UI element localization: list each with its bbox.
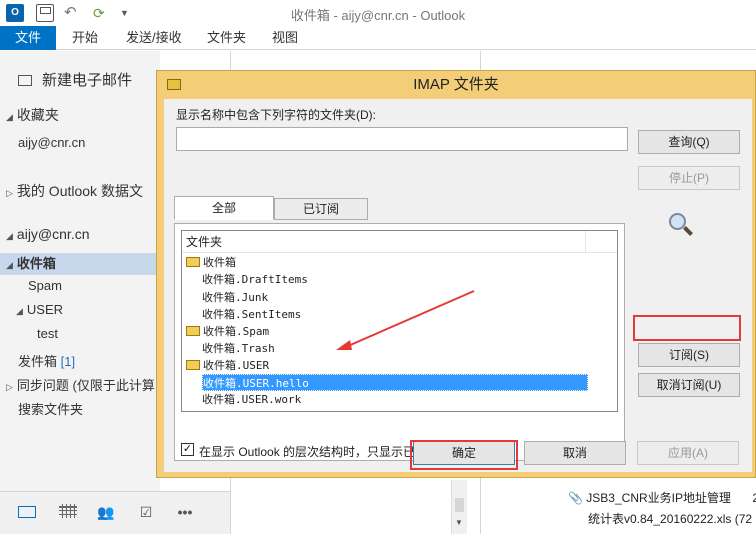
- folder-icon: [186, 326, 200, 336]
- nav-sent[interactable]: 发件箱 [1]: [18, 351, 178, 370]
- magnifier-icon: [669, 213, 695, 239]
- stop-button[interactable]: 停止(P): [638, 166, 740, 190]
- folder-row[interactable]: 收件箱.Trash: [202, 340, 275, 357]
- ok-button[interactable]: 确定: [413, 441, 515, 465]
- folder-pane: 新建电子邮件 ◢ 收藏夹 aijy@cnr.cn ▷ 我的 Outlook 数据文 …: [0, 51, 160, 491]
- people-icon[interactable]: 👥: [97, 504, 115, 520]
- tab-all-folders[interactable]: 全部: [174, 196, 274, 220]
- more-icon[interactable]: •••: [176, 504, 194, 520]
- tab-send-receive[interactable]: 发送/接收: [126, 26, 182, 50]
- expand-arrow-icon: ◢: [6, 112, 13, 122]
- nav-favorites-account[interactable]: aijy@cnr.cn: [18, 135, 178, 150]
- folder-row[interactable]: 收件箱.Spam: [186, 323, 269, 340]
- filter-input[interactable]: [176, 127, 628, 151]
- expand-arrow-icon: ◢: [6, 260, 13, 270]
- nav-inbox[interactable]: ◢ 收件箱: [0, 253, 160, 275]
- tab-view[interactable]: 视图: [272, 26, 298, 50]
- folder-row[interactable]: 收件箱.USER: [186, 357, 269, 374]
- folder-list-header[interactable]: 文件夹: [182, 231, 617, 253]
- new-email-button[interactable]: 新建电子邮件: [18, 69, 132, 90]
- folder-row[interactable]: 收件箱.SentItems: [202, 306, 301, 323]
- dialog-body: 显示名称中包含下列字符的文件夹(D): 查询(Q) 停止(P) 全部 已订阅 文…: [164, 99, 752, 472]
- folder-row[interactable]: 收件箱.USER.work: [202, 391, 301, 408]
- scroll-thumb[interactable]: [455, 498, 464, 512]
- folder-row[interactable]: 收件箱.Junk: [202, 289, 268, 306]
- subscribed-only-checkbox[interactable]: ✓: [181, 443, 194, 456]
- nav-data-file[interactable]: ▷ 我的 Outlook 数据文: [6, 181, 166, 201]
- calendar-icon[interactable]: [59, 504, 77, 518]
- folder-row-selected[interactable]: 收件箱.USER.hello: [202, 374, 588, 391]
- message-list-scrollbar[interactable]: ▼: [451, 480, 467, 534]
- nav-user[interactable]: ◢ USER: [16, 302, 176, 317]
- envelope-icon: [18, 75, 32, 86]
- folder-row[interactable]: 收件箱: [186, 254, 236, 271]
- module-switcher: 👥 ☑ •••: [0, 491, 230, 534]
- folder-icon: [186, 257, 200, 267]
- tasks-icon[interactable]: ☑: [137, 504, 155, 520]
- nav-sync-issues[interactable]: ▷ 同步问题 (仅限于此计算: [6, 375, 166, 394]
- subscribe-button[interactable]: 订阅(S): [638, 343, 740, 367]
- tab-folder[interactable]: 文件夹: [207, 26, 246, 50]
- filter-label: 显示名称中包含下列字符的文件夹(D):: [176, 108, 376, 122]
- folder-row[interactable]: 收件箱.DraftItems: [202, 271, 308, 288]
- unsubscribe-button[interactable]: 取消订阅(U): [638, 373, 740, 397]
- tab-file[interactable]: 文件: [0, 26, 56, 50]
- folder-list[interactable]: 文件夹 收件箱 收件箱.DraftItems 收件箱.Junk 收件箱.Sent…: [181, 230, 618, 412]
- window-title: 收件箱 - aijy@cnr.cn - Outlook: [290, 8, 466, 23]
- nav-account[interactable]: ◢ aijy@cnr.cn: [6, 226, 166, 242]
- nav-search-folders[interactable]: 搜索文件夹: [18, 399, 178, 418]
- collapse-arrow-icon: ▷: [6, 188, 13, 198]
- scroll-down-arrow-icon[interactable]: ▼: [455, 518, 463, 527]
- paperclip-icon: 📎: [568, 491, 583, 505]
- sent-count-badge: [1]: [60, 354, 76, 369]
- mail-icon[interactable]: [18, 506, 36, 518]
- expand-arrow-icon: ◢: [6, 231, 13, 241]
- tab-home[interactable]: 开始: [72, 26, 98, 50]
- folder-icon: [186, 360, 200, 370]
- cancel-button[interactable]: 取消: [524, 441, 626, 465]
- query-button[interactable]: 查询(Q): [638, 130, 740, 154]
- dialog-title: IMAP 文件夹: [413, 76, 499, 93]
- title-bar: O ↶ ⟳ ▼ 收件箱 - aijy@cnr.cn - Outlook: [0, 0, 756, 26]
- apply-button[interactable]: 应用(A): [637, 441, 739, 465]
- collapse-arrow-icon: ▷: [6, 382, 13, 392]
- nav-favorites[interactable]: ◢ 收藏夹: [6, 105, 166, 125]
- attachment-item[interactable]: 📎 JSB3_CNR业务IP地址管理 20 统计表v0.84_20160222.…: [568, 488, 756, 530]
- expand-arrow-icon: ◢: [16, 306, 23, 316]
- imap-folders-dialog: IMAP 文件夹 显示名称中包含下列字符的文件夹(D): 查询(Q) 停止(P)…: [156, 70, 756, 478]
- tab-subscribed[interactable]: 已订阅: [274, 198, 368, 220]
- column-separator: [585, 231, 586, 253]
- folders-tab-panel: 文件夹 收件箱 收件箱.DraftItems 收件箱.Junk 收件箱.Sent…: [174, 223, 625, 461]
- ribbon-tabs: 文件 开始 发送/接收 文件夹 视图: [0, 26, 756, 50]
